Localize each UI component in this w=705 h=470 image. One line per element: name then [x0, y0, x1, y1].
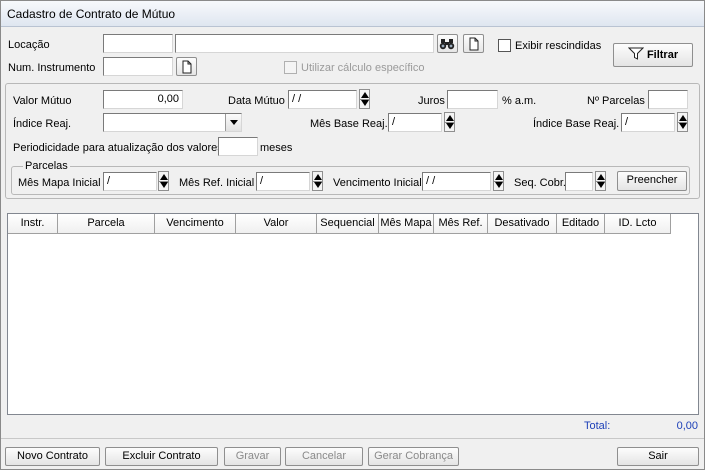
chevron-down-icon[interactable]: [225, 114, 241, 131]
seq-cobr-label: Seq. Cobr.: [514, 177, 566, 189]
exibir-rescindidas-label: Exibir rescindidas: [515, 40, 602, 52]
num-parcelas-label: Nº Parcelas: [587, 95, 645, 107]
novo-contrato-button[interactable]: Novo Contrato: [5, 447, 100, 466]
exibir-rescindidas-checkbox[interactable]: [498, 39, 511, 52]
mes-mapa-inicial-label: Mês Mapa Inicial: [18, 177, 101, 189]
preencher-button[interactable]: Preencher: [617, 171, 687, 191]
filtrar-button[interactable]: Filtrar: [613, 43, 693, 67]
grid-header: Instr. Parcela Vencimento Valor Sequencial Mê…: [8, 214, 671, 234]
indice-base-reaj-label: Índice Base Reaj.: [533, 118, 620, 130]
total-value: 0,00: [676, 420, 698, 432]
window-title: Cadastro de Contrato de Mútuo: [7, 7, 176, 21]
grid-column-header[interactable]: Desativado: [488, 214, 557, 234]
data-mutuo-spinner[interactable]: [359, 89, 370, 109]
grid-column-header[interactable]: Editado: [557, 214, 605, 234]
indice-reaj-select[interactable]: [103, 113, 242, 132]
total-label: Total:: [584, 420, 611, 432]
new-document-icon: [469, 37, 479, 51]
vencimento-inicial-spinner[interactable]: [493, 171, 504, 191]
grid-column-header[interactable]: Mês Ref.: [434, 214, 488, 234]
num-instrumento-label: Num. Instrumento: [8, 62, 96, 74]
indice-base-reaj-spinner[interactable]: [677, 112, 688, 132]
new-document-icon: [182, 60, 192, 74]
funnel-icon: [627, 47, 645, 60]
gravar-button[interactable]: Gravar: [224, 447, 281, 466]
locacao-code-input[interactable]: [103, 34, 173, 53]
mes-base-reaj-spinner[interactable]: [444, 112, 455, 132]
locacao-label: Locação: [8, 39, 50, 51]
parcelas-grid[interactable]: Instr. Parcela Vencimento Valor Sequencial Mê…: [7, 213, 699, 415]
valor-mutuo-input[interactable]: 0,00: [103, 90, 183, 109]
grid-column-header[interactable]: ID. Lcto: [605, 214, 671, 234]
seq-cobr-input[interactable]: [565, 172, 593, 191]
grid-column-header[interactable]: Parcela: [58, 214, 155, 234]
data-mutuo-input[interactable]: / /: [288, 90, 357, 109]
data-mutuo-label: Data Mútuo: [228, 95, 285, 107]
excluir-contrato-button[interactable]: Excluir Contrato: [105, 447, 218, 466]
mes-mapa-inicial-input[interactable]: /: [103, 172, 157, 191]
binoculars-icon: [439, 39, 455, 50]
grid-column-header[interactable]: Instr.: [8, 214, 58, 234]
mes-ref-inicial-label: Mês Ref. Inicial: [179, 177, 255, 189]
mes-base-reaj-label: Mês Base Reaj.: [310, 118, 388, 130]
title-bar: Cadastro de Contrato de Mútuo: [1, 1, 704, 27]
periodicidade-unit: meses: [260, 142, 293, 154]
num-instrumento-input[interactable]: [103, 57, 173, 76]
periodicidade-input[interactable]: [218, 137, 258, 156]
locacao-name-input[interactable]: [175, 34, 434, 53]
grid-column-header[interactable]: Sequencial: [317, 214, 379, 234]
utilizar-calculo-checkbox[interactable]: [284, 61, 297, 74]
periodicidade-label: Periodicidade para atualização dos valor…: [13, 142, 223, 154]
grid-column-header[interactable]: Vencimento: [155, 214, 236, 234]
seq-cobr-spinner[interactable]: [595, 171, 606, 191]
contract-window: Cadastro de Contrato de Mútuo Locação Ex…: [0, 0, 705, 470]
new-instrumento-button[interactable]: [176, 57, 197, 76]
search-locacao-button[interactable]: [437, 34, 458, 53]
num-parcelas-input[interactable]: [648, 90, 688, 109]
mes-ref-inicial-spinner[interactable]: [312, 171, 323, 191]
vencimento-inicial-label: Vencimento Inicial: [333, 177, 422, 189]
mes-mapa-inicial-spinner[interactable]: [158, 171, 169, 191]
parcelas-group-label: Parcelas: [23, 160, 70, 172]
grid-column-header[interactable]: Valor: [236, 214, 317, 234]
vencimento-inicial-input[interactable]: / /: [422, 172, 491, 191]
mes-ref-inicial-input[interactable]: /: [256, 172, 310, 191]
mes-base-reaj-input[interactable]: /: [388, 113, 442, 132]
valor-mutuo-label: Valor Mútuo: [13, 95, 72, 107]
footer-divider: [1, 438, 704, 439]
sair-button[interactable]: Sair: [617, 447, 699, 466]
utilizar-calculo-label: Utilizar cálculo específico: [301, 62, 425, 74]
cancelar-button[interactable]: Cancelar: [285, 447, 363, 466]
juros-unit: % a.m.: [502, 95, 537, 107]
indice-base-reaj-input[interactable]: /: [621, 113, 675, 132]
new-locacao-button[interactable]: [463, 34, 484, 53]
filtrar-label: Filtrar: [646, 49, 679, 61]
juros-input[interactable]: [447, 90, 498, 109]
gerar-cobranca-button[interactable]: Gerar Cobrança: [368, 447, 459, 466]
juros-label: Juros: [418, 95, 445, 107]
grid-column-header[interactable]: Mês Mapa: [379, 214, 434, 234]
indice-reaj-label: Índice Reaj.: [13, 118, 72, 130]
